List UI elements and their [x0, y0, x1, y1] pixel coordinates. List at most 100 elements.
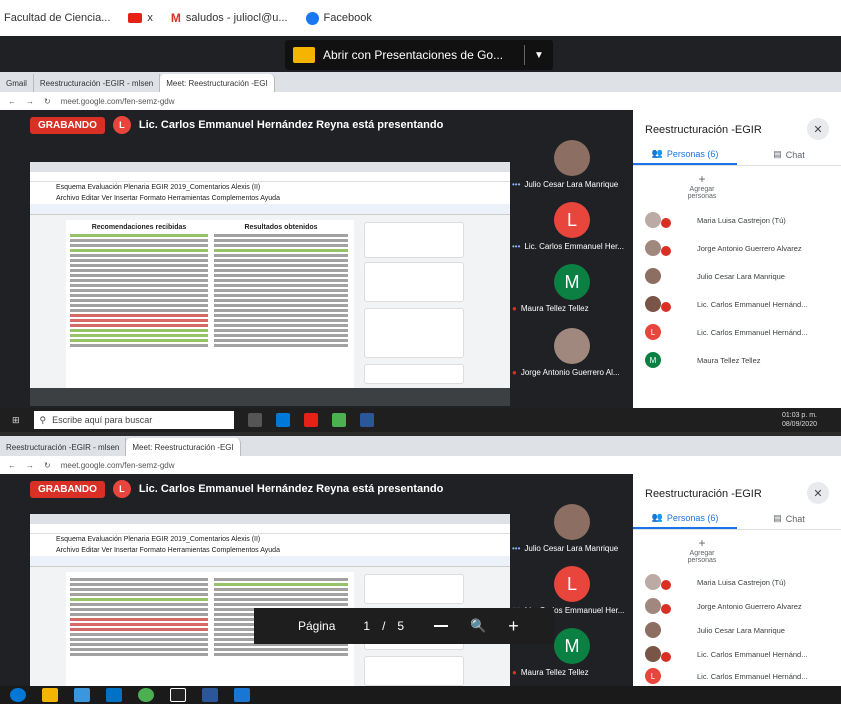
more-icon[interactable]: ••• — [512, 242, 520, 251]
page-current[interactable]: 1 — [363, 619, 370, 633]
participant-tile[interactable]: L ••• Lic. Carlos Emmanuel Her... — [512, 202, 632, 251]
comment-card[interactable] — [364, 364, 464, 384]
participant-tiles: ••• Julio Cesar Lara Manrique L ••• Lic. C… — [512, 140, 633, 406]
word-icon[interactable] — [202, 688, 218, 702]
word-icon[interactable] — [359, 413, 374, 427]
muted-icon — [661, 218, 671, 228]
app-icon[interactable] — [170, 688, 186, 702]
page-navigation-bar: Página 1 / 5 🔍 + — [254, 608, 554, 644]
tab-reestructuracion[interactable]: Reestructuración -EGIR - mlsen — [34, 74, 161, 92]
comment-card[interactable] — [364, 262, 464, 302]
tab-gmail[interactable]: Gmail — [0, 74, 34, 92]
zoom-in-icon[interactable]: + — [508, 616, 519, 637]
panel-tabs: 👥 Personas (6) ▤ Chat — [633, 508, 841, 530]
comment-card[interactable] — [364, 222, 464, 258]
participant-tile[interactable]: M ● Maura Tellez Tellez — [512, 264, 632, 313]
people-icon: 👥 — [651, 148, 663, 158]
bookmark-gmail[interactable]: Msaludos - juliocl@u... — [171, 11, 288, 25]
mail-icon[interactable] — [106, 688, 122, 702]
person-item[interactable]: Maria Luisa Castrejon (Tú) — [633, 210, 841, 230]
browser-tabbar: Reestructuración -EGIR - mlsen Meet: Ree… — [0, 436, 841, 456]
edge-icon[interactable] — [10, 688, 26, 702]
netflix-icon[interactable] — [303, 413, 318, 427]
participant-tile[interactable]: ● Jorge Antonio Guerrero Al... — [512, 328, 632, 377]
photos-icon[interactable] — [234, 688, 250, 702]
edge-icon[interactable] — [275, 413, 290, 427]
tab-chat[interactable]: ▤ Chat — [737, 144, 841, 165]
tab-chat[interactable]: ▤ Chat — [737, 508, 841, 529]
forward-icon[interactable]: → — [26, 461, 34, 470]
add-people-button[interactable]: + Agregar personas — [677, 536, 727, 564]
tile-name: Maura Tellez Tellez — [520, 668, 589, 677]
person-item[interactable]: Julio Cesar Lara Manrique — [633, 266, 841, 286]
comment-card[interactable] — [364, 574, 464, 604]
bookmark-youtube[interactable]: x — [128, 12, 153, 24]
add-people-button[interactable]: + Agregar personas — [677, 172, 727, 200]
task-view-icon[interactable] — [247, 413, 262, 427]
avatar — [645, 240, 671, 256]
more-icon[interactable]: ••• — [512, 544, 520, 553]
chrome-icon[interactable] — [138, 688, 154, 702]
person-item[interactable]: M Maura Tellez Tellez — [633, 350, 841, 370]
participant-tile[interactable]: ••• Julio Cesar Lara Manrique — [512, 140, 632, 189]
folder-icon[interactable] — [42, 688, 58, 702]
meet-presenting-bar: GRABANDO L Lic. Carlos Emmanuel Hernánde… — [0, 474, 633, 504]
slides-icon — [293, 47, 315, 63]
avatar — [645, 646, 671, 662]
taskbar-search[interactable]: ⚲ Escribe aquí para buscar — [33, 411, 234, 429]
doc-page: Recomendaciones recibidas Resultados obt… — [66, 220, 354, 388]
comment-card[interactable] — [364, 656, 464, 686]
add-person-icon: + — [698, 536, 706, 550]
person-item[interactable]: L Lic. Carlos Emmanuel Hernánd... — [633, 666, 841, 686]
zoom-out-icon[interactable] — [434, 625, 449, 627]
back-icon[interactable]: ← — [8, 97, 16, 106]
person-item[interactable]: Julio Cesar Lara Manrique — [633, 620, 841, 640]
clock[interactable]: 01:03 p. m. 08/09/2020 — [782, 411, 817, 429]
participant-tile[interactable]: ••• Julio Cesar Lara Manrique — [512, 504, 632, 553]
shared-document: Esquema Evaluación Plenaria EGIR 2019_Co… — [30, 162, 510, 388]
chrome-icon[interactable] — [331, 413, 346, 427]
windows-icon[interactable]: ⊞ — [12, 415, 20, 426]
chevron-down-icon[interactable]: ▼ — [525, 50, 553, 61]
tab-people[interactable]: 👥 Personas (6) — [633, 144, 737, 165]
bookmark-facultad[interactable]: Facultad de Ciencia... — [4, 12, 110, 24]
doc-taskbar — [30, 388, 510, 406]
comment-card[interactable] — [364, 308, 464, 358]
person-item[interactable]: Jorge Antonio Guerrero Alvarez — [633, 238, 841, 258]
reload-icon[interactable]: ↻ — [44, 461, 51, 470]
address-bar[interactable]: ← → ↻ meet.google.com/fen-semz-gdw — [0, 456, 841, 474]
avatar: L — [554, 202, 590, 238]
open-with-slides-button[interactable]: Abrir con Presentaciones de Go... ▼ — [285, 40, 553, 70]
doc-column-results: Resultados obtenidos — [214, 224, 348, 349]
close-icon[interactable]: ✕ — [807, 482, 829, 504]
tab-people[interactable]: 👥 Personas (6) — [633, 508, 737, 529]
url-text[interactable]: meet.google.com/fen-semz-gdw — [61, 97, 175, 106]
person-item[interactable]: Maria Luisa Castrejon (Tú) — [633, 572, 841, 592]
avatar: M — [645, 352, 661, 368]
close-icon[interactable]: ✕ — [807, 118, 829, 140]
muted-icon: ● — [512, 304, 517, 313]
back-icon[interactable]: ← — [8, 461, 16, 470]
forward-icon[interactable]: → — [26, 97, 34, 106]
reload-icon[interactable]: ↻ — [44, 97, 51, 106]
tab-reestructuracion[interactable]: Reestructuración -EGIR - mlsen — [0, 438, 127, 456]
tab-meet[interactable]: Meet: Reestructuración -EGI — [126, 438, 241, 456]
zoom-icon[interactable]: 🔍 — [470, 618, 486, 634]
person-item[interactable]: Jorge Antonio Guerrero Alvarez — [633, 596, 841, 616]
store-icon[interactable] — [74, 688, 90, 702]
avatar — [645, 622, 661, 638]
doc-toolbar — [30, 556, 510, 567]
address-bar[interactable]: ← → ↻ meet.google.com/fen-semz-gdw — [0, 92, 841, 110]
avatar: M — [554, 628, 590, 664]
participant-tile[interactable]: L ▮▮Lic. Carlos Emmanuel Her... — [512, 566, 632, 615]
person-item[interactable]: L Lic. Carlos Emmanuel Hernánd... — [633, 322, 841, 342]
avatar — [645, 574, 671, 590]
more-icon[interactable]: ••• — [512, 180, 520, 189]
bookmark-facebook[interactable]: Facebook — [305, 11, 372, 25]
doc-toolbar — [30, 204, 510, 215]
person-item[interactable]: Lic. Carlos Emmanuel Hernánd... — [633, 294, 841, 314]
url-text[interactable]: meet.google.com/fen-semz-gdw — [61, 461, 175, 470]
muted-icon — [661, 652, 671, 662]
tab-meet[interactable]: Meet: Reestructuración -EGI — [160, 74, 275, 92]
person-item[interactable]: Lic. Carlos Emmanuel Hernánd... — [633, 644, 841, 664]
